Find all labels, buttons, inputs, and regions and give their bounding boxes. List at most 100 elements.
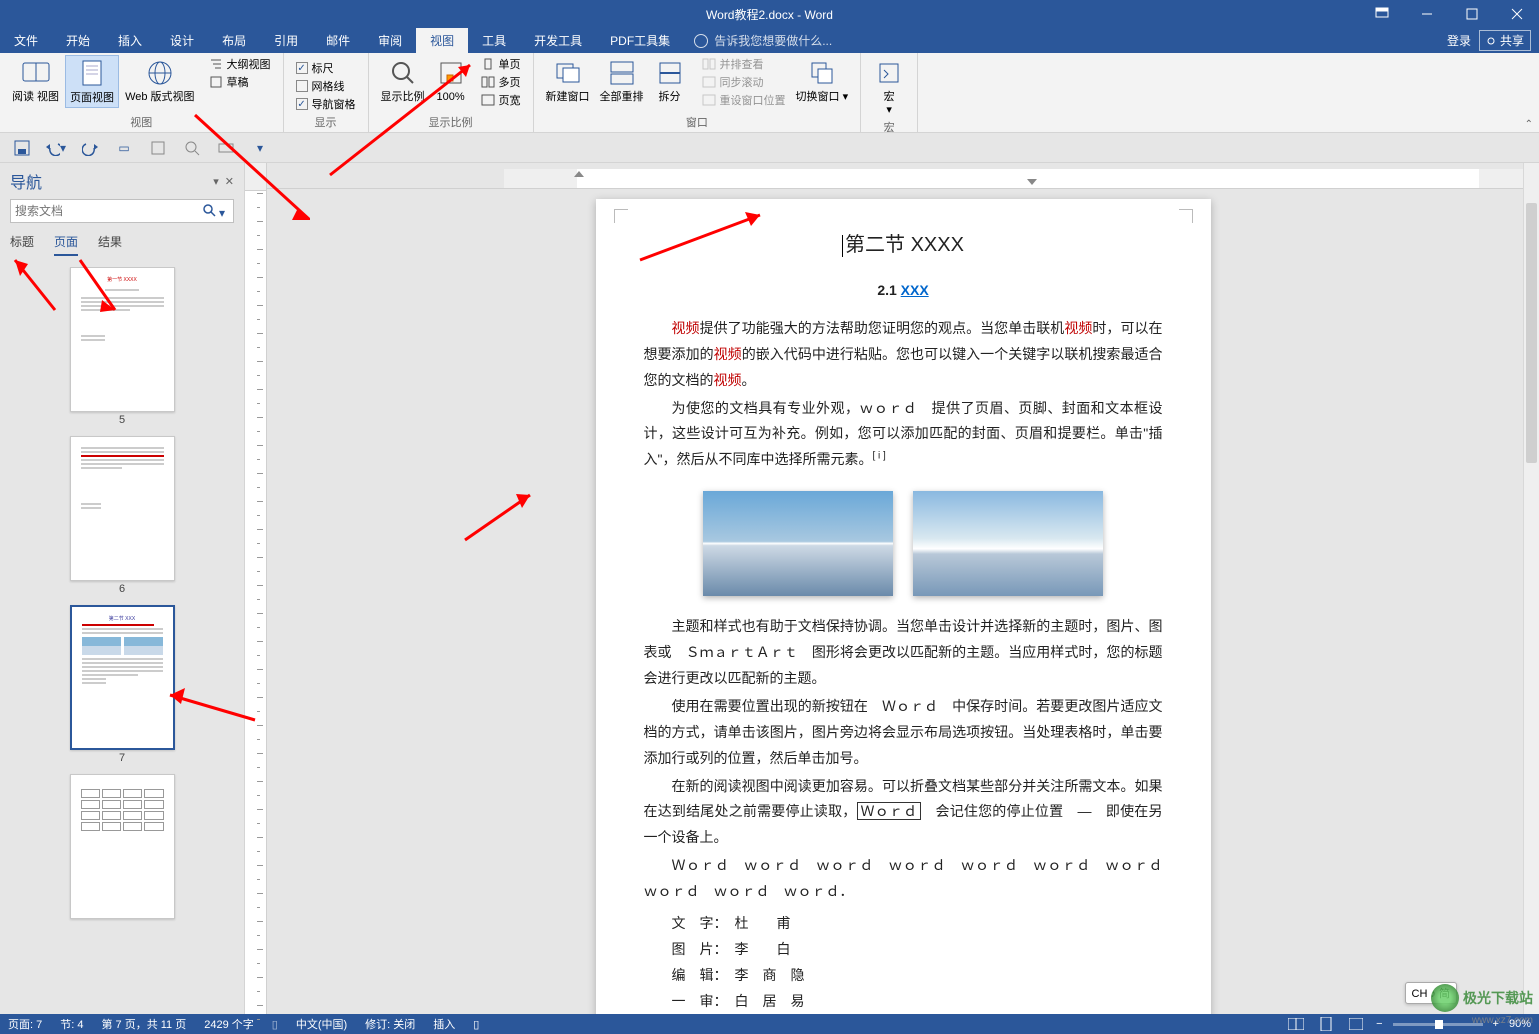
print-layout-view-button[interactable] <box>1316 1017 1336 1031</box>
print-layout-button[interactable]: 页面视图 <box>65 55 119 108</box>
vertical-ruler[interactable] <box>245 163 267 1014</box>
arrange-all-button[interactable]: 全部重排 <box>596 55 648 106</box>
zoom-100-button[interactable]: 100% <box>431 55 471 106</box>
page-thumb-5[interactable]: 第一节 XXXX 5 <box>70 267 175 426</box>
status-word-count[interactable]: 2429 个字 <box>204 1016 254 1032</box>
zoom-button[interactable]: 显示比例 <box>377 55 429 106</box>
page-thumb-7[interactable]: 第二节 XXX 7 <box>70 605 175 764</box>
tab-references[interactable]: 引用 <box>260 28 312 53</box>
nav-search-input[interactable] <box>15 204 198 218</box>
nav-tab-headings[interactable]: 标题 <box>10 233 34 256</box>
read-mode-button[interactable]: 阅读 视图 <box>8 55 63 106</box>
tab-pdf[interactable]: PDF工具集 <box>596 28 684 53</box>
nav-tab-pages[interactable]: 页面 <box>54 233 78 256</box>
minimize-button[interactable] <box>1404 0 1449 28</box>
ribbon-tabs: 文件 开始 插入 设计 布局 引用 邮件 审阅 视图 工具 开发工具 PDF工具… <box>0 28 1539 53</box>
status-section[interactable]: 节: 4 <box>60 1016 83 1032</box>
page-width-button[interactable]: 页宽 <box>477 91 525 109</box>
zoom-slider[interactable] <box>1393 1023 1483 1026</box>
tell-me-box[interactable]: 告诉我您想要做什么... <box>694 28 832 53</box>
group-window-label: 窗口 <box>686 114 708 132</box>
one-page-button[interactable]: 单页 <box>477 55 525 73</box>
credits-block: 文 字： 杜 甫 图 片： 李 白 编 辑： 李 商 隐 一 审： 白 居 易 <box>644 911 1163 1014</box>
tab-layout[interactable]: 布局 <box>208 28 260 53</box>
ribbon: 阅读 视图 页面视图 Web 版式视图 大纲视图 草稿 视图 ✓标尺 网格线 ✓… <box>0 53 1539 133</box>
image-row <box>644 491 1163 596</box>
tab-tools[interactable]: 工具 <box>468 28 520 53</box>
doc-image-1[interactable] <box>703 491 893 596</box>
status-language[interactable]: 中文(中国) <box>296 1016 347 1032</box>
qat-button-2[interactable] <box>148 138 168 158</box>
tab-insert[interactable]: 插入 <box>104 28 156 53</box>
close-button[interactable] <box>1494 0 1539 28</box>
nav-tab-results[interactable]: 结果 <box>98 233 122 256</box>
ruler-checkbox[interactable]: ✓标尺 <box>292 59 360 77</box>
gridlines-checkbox[interactable]: 网格线 <box>292 77 360 95</box>
new-window-button[interactable]: 新建窗口 <box>542 55 594 106</box>
undo-button[interactable]: ▾ <box>46 138 66 158</box>
save-button[interactable] <box>12 138 32 158</box>
ribbon-options-button[interactable] <box>1359 0 1404 28</box>
body-paragraph: 视频提供了功能强大的方法帮助您证明您的观点。当您单击联机视频时，可以在想要添加的… <box>644 316 1163 394</box>
qat-button-4[interactable] <box>216 138 236 158</box>
document-scroll-area[interactable]: 第二节 XXXX 2.1 XXX 视频提供了功能强大的方法帮助您证明您的观点。当… <box>267 189 1539 1014</box>
maximize-button[interactable] <box>1449 0 1494 28</box>
lightbulb-icon <box>694 34 708 48</box>
subsection-title: 2.1 XXX <box>644 278 1163 304</box>
multi-page-button[interactable]: 多页 <box>477 73 525 91</box>
document-page[interactable]: 第二节 XXXX 2.1 XXX 视频提供了功能强大的方法帮助您证明您的观点。当… <box>596 199 1211 1014</box>
title-bar-text: Word教程2.docx - Word <box>706 6 833 23</box>
draft-view-button[interactable]: 草稿 <box>205 73 275 91</box>
watermark: 极光下载站 www.xz7.com <box>1431 984 1533 1012</box>
tab-mailings[interactable]: 邮件 <box>312 28 364 53</box>
tab-developer[interactable]: 开发工具 <box>520 28 596 53</box>
body-paragraph: 使用在需要位置出现的新按钮在 Ｗｏｒｄ 中保存时间。若要更改图片适应文档的方式，… <box>644 694 1163 772</box>
status-track-changes[interactable]: 修订: 关闭 <box>365 1016 415 1032</box>
outline-view-button[interactable]: 大纲视图 <box>205 55 275 73</box>
macros-button[interactable]: 宏▾ <box>869 55 909 119</box>
sync-scroll-button: 同步滚动 <box>698 73 790 91</box>
qat-customize-button[interactable]: ▾ <box>250 138 270 158</box>
redo-button[interactable] <box>80 138 100 158</box>
tab-home[interactable]: 开始 <box>52 28 104 53</box>
qat-button-1[interactable]: ▭ <box>114 138 134 158</box>
navigation-pane: 导航 ▾ ✕ ▾ 标题 页面 结果 第一节 XXXX 5 6 第二节 XXX 7 <box>0 163 245 1014</box>
page-thumb-8[interactable] <box>70 774 175 919</box>
reset-window-button: 重设窗口位置 <box>698 91 790 109</box>
navpane-close-button[interactable]: ✕ <box>225 175 234 188</box>
qat-button-3[interactable] <box>182 138 202 158</box>
group-zoom-label: 显示比例 <box>429 114 473 132</box>
read-mode-view-button[interactable] <box>1286 1017 1306 1031</box>
tab-view[interactable]: 视图 <box>416 28 468 53</box>
horizontal-ruler[interactable] <box>267 169 1539 189</box>
tab-review[interactable]: 审阅 <box>364 28 416 53</box>
status-bar: 页面: 7 节: 4 第 7 页，共 11 页 2429 个字 ▯ 中文(中国)… <box>0 1014 1539 1034</box>
status-insert-mode[interactable]: 插入 <box>433 1016 455 1032</box>
switch-windows-button[interactable]: 切换窗口 ▾ <box>792 55 853 106</box>
web-layout-view-button[interactable] <box>1346 1017 1366 1031</box>
search-icon[interactable]: ▾ <box>198 203 229 220</box>
collapse-ribbon-button[interactable]: ⌃ <box>1525 119 1533 130</box>
navpane-dropdown[interactable]: ▾ <box>213 175 219 188</box>
nav-search-box[interactable]: ▾ <box>10 199 234 223</box>
body-paragraph: 为使您的文档具有专业外观，ｗｏｒｄ 提供了页眉、页脚、封面和文本框设计，这些设计… <box>644 396 1163 474</box>
quick-access-toolbar: ▾ ▭ ▾ <box>0 133 1539 163</box>
zoom-out-button[interactable]: − <box>1376 1018 1382 1030</box>
side-by-side-button: 并排查看 <box>698 55 790 73</box>
navpane-checkbox[interactable]: ✓导航窗格 <box>292 95 360 113</box>
tab-design[interactable]: 设计 <box>156 28 208 53</box>
login-link[interactable]: 登录 <box>1447 32 1471 49</box>
page-thumb-6[interactable]: 6 <box>70 436 175 595</box>
split-button[interactable]: 拆分 <box>650 55 690 106</box>
status-page-of[interactable]: 第 7 页，共 11 页 <box>101 1016 186 1032</box>
share-button[interactable]: 共享 <box>1479 30 1531 51</box>
section-title: 第二节 XXXX <box>644 227 1163 264</box>
doc-image-2[interactable] <box>913 491 1103 596</box>
body-paragraph: 主题和样式也有助于文档保持协调。当您单击设计并选择新的主题时，图片、图表或 Ｓｍ… <box>644 614 1163 692</box>
vertical-scrollbar[interactable] <box>1523 163 1539 1014</box>
body-paragraph: 在新的阅读视图中阅读更加容易。可以折叠文档某些部分并关注所需文本。如果在达到结尾… <box>644 774 1163 852</box>
group-views-label: 视图 <box>130 114 152 132</box>
web-layout-button[interactable]: Web 版式视图 <box>121 55 198 106</box>
tab-file[interactable]: 文件 <box>0 28 52 53</box>
status-page[interactable]: 页面: 7 <box>8 1016 42 1032</box>
